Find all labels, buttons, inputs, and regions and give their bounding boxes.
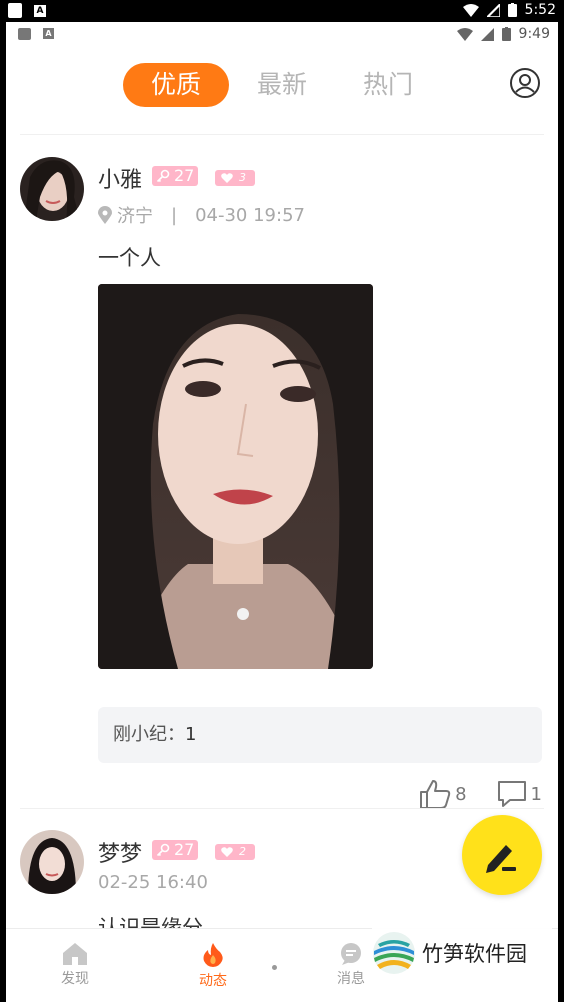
pencil-icon	[486, 845, 516, 873]
a-notification-icon: A	[34, 4, 46, 17]
level-value: 27	[174, 840, 195, 859]
username[interactable]: 小雅	[98, 162, 142, 194]
nav-label: 发现	[61, 971, 89, 987]
comment-author: 刚小纪：	[113, 724, 185, 745]
heart-icon	[221, 847, 233, 857]
heart-badge: 3	[215, 170, 255, 186]
username[interactable]: 梦梦	[98, 836, 142, 868]
nav-dot	[272, 965, 277, 970]
flame-icon	[203, 943, 223, 967]
message-icon	[341, 943, 361, 965]
tab-latest[interactable]: 最新	[250, 63, 314, 107]
post-text: 一个人	[98, 246, 161, 270]
nav-feed[interactable]: 动态	[178, 943, 248, 990]
tab-hot[interactable]: 热门	[356, 63, 420, 107]
feed-tabs: 优质 最新 热门	[6, 60, 558, 110]
like-count: 8	[455, 783, 467, 805]
nav-label: 动态	[199, 973, 227, 989]
wifi-icon	[456, 27, 473, 41]
signal-icon	[480, 27, 494, 41]
home-icon	[63, 943, 87, 965]
avatar[interactable]	[20, 830, 84, 894]
post-time: 02-25 16:40	[98, 872, 208, 893]
level-badge: 27	[152, 166, 199, 186]
post-meta: 济宁 | 04-30 19:57	[98, 202, 305, 228]
inner-status-bar: A 9:49	[6, 22, 558, 48]
divider	[20, 808, 544, 809]
outer-status-bar: A 5:52	[0, 0, 564, 22]
signal-icon	[486, 3, 500, 17]
like-button[interactable]: 8	[419, 779, 467, 809]
heart-icon	[221, 173, 233, 183]
inner-clock: 9:49	[518, 26, 550, 42]
battery-icon	[501, 27, 511, 41]
comment-preview[interactable]: 刚小纪：1	[98, 707, 542, 763]
comment-button[interactable]: 1	[497, 780, 542, 808]
post-time: 04-30 19:57	[195, 204, 305, 226]
compose-button[interactable]	[462, 815, 542, 895]
post-location: 济宁	[117, 206, 153, 227]
location-pin-icon	[98, 206, 112, 224]
post-photo[interactable]	[98, 284, 373, 669]
thumbs-up-icon	[420, 780, 451, 809]
post-actions: 8 1	[419, 779, 542, 809]
comment-text: 1	[185, 724, 197, 745]
heart-value: 3	[239, 171, 246, 184]
key-icon	[156, 169, 170, 183]
battery-icon	[507, 3, 517, 17]
app-screen: A 9:49 优质 最新 热门 小雅 27 3 济宁 | 04-30 19:57…	[6, 22, 558, 1002]
level-badge: 27	[152, 840, 199, 860]
sd-card-icon	[8, 3, 22, 18]
watermark: 竹笋软件园	[372, 926, 552, 980]
avatar[interactable]	[20, 157, 84, 221]
wifi-icon	[462, 3, 479, 17]
heart-value: 2	[239, 845, 246, 858]
comment-icon	[497, 781, 526, 807]
bamboo-logo-icon	[373, 932, 415, 974]
nav-label: 消息	[337, 971, 365, 987]
a-notification-icon: A	[43, 28, 54, 39]
meta-separator: |	[171, 204, 178, 226]
key-icon	[156, 843, 170, 857]
divider	[20, 134, 544, 135]
level-value: 27	[174, 166, 195, 185]
post-meta: 02-25 16:40	[98, 872, 208, 893]
comment-count: 1	[530, 783, 542, 805]
tab-quality[interactable]: 优质	[123, 63, 229, 107]
heart-badge: 2	[215, 844, 255, 860]
user-profile-icon[interactable]	[509, 67, 541, 99]
outer-clock: 5:52	[524, 2, 556, 18]
watermark-text: 竹笋软件园	[422, 942, 527, 966]
gallery-icon	[18, 28, 31, 40]
nav-discover[interactable]: 发现	[40, 943, 110, 988]
